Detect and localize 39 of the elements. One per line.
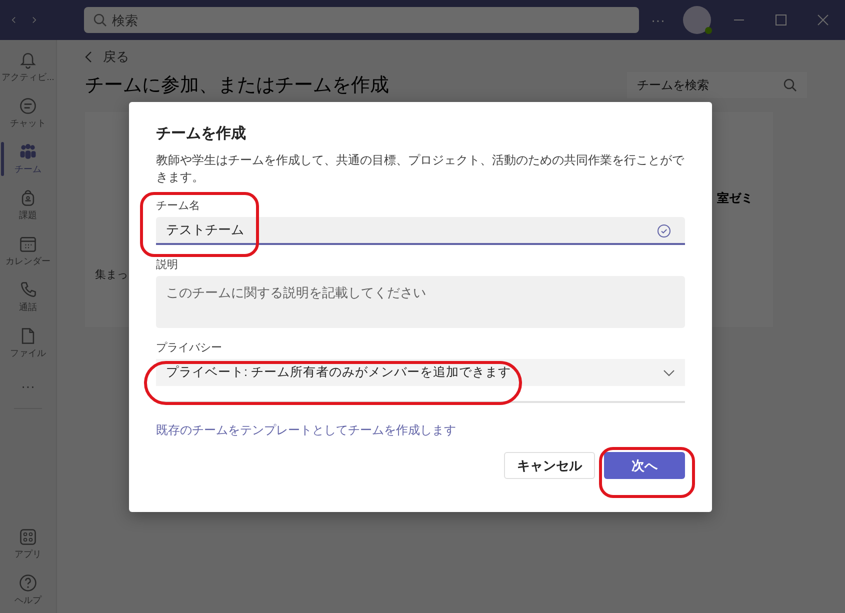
description-field[interactable]: このチームに関する説明を記載してください	[156, 276, 685, 328]
privacy-dropdown[interactable]: プライベート: チーム所有者のみがメンバーを追加できます	[156, 359, 685, 386]
next-button[interactable]: 次へ	[604, 452, 685, 479]
apps-icon	[18, 527, 38, 547]
team-name-field[interactable]: テストチーム	[156, 217, 685, 245]
rail-item[interactable]: アプリ	[0, 521, 56, 567]
field-label: チーム名	[156, 199, 200, 213]
rail-item[interactable]: チーム	[0, 136, 56, 182]
team-card-text: 室ゼミ	[717, 190, 753, 207]
search-icon	[93, 13, 107, 27]
rail-item[interactable]: 課題	[0, 182, 56, 228]
phone-icon	[18, 280, 38, 300]
calendar-icon	[18, 234, 38, 254]
bell-icon	[18, 50, 38, 70]
search-field[interactable]: 検索	[84, 7, 639, 33]
field-label: 説明	[156, 258, 178, 272]
more-button[interactable]: ···	[647, 12, 669, 28]
team-card-text: 集まっ	[95, 268, 128, 282]
dialog-title: チームを作成	[156, 124, 247, 143]
help-icon	[18, 573, 38, 593]
people-icon	[18, 142, 38, 162]
rail-item[interactable]: 通話	[0, 274, 56, 320]
chevron-left-icon	[85, 51, 93, 63]
more-apps-button[interactable]: ···	[0, 366, 56, 406]
search-icon	[783, 78, 797, 92]
rail-item[interactable]: ヘルプ	[0, 567, 56, 613]
field-label: プライバシー	[156, 340, 222, 355]
rail-item[interactable]: ファイル	[0, 320, 56, 366]
team-search-field[interactable]: チームを検索	[627, 72, 807, 98]
dialog-description: 教師や学生はチームを作成して、共通の目標、プロジェクト、活動のための共同作業を行ことができます。	[156, 152, 685, 186]
chat-icon	[18, 96, 38, 116]
avatar[interactable]	[683, 6, 711, 34]
chevron-down-icon	[663, 368, 675, 376]
back-link[interactable]: 戻る	[85, 48, 129, 66]
rail-item[interactable]: カレンダー	[0, 228, 56, 274]
template-link[interactable]: 既存のチームをテンプレートとしてチームを作成します	[156, 422, 456, 439]
cancel-button[interactable]: キャンセル	[504, 452, 595, 479]
rail-item[interactable]: チャット	[0, 90, 56, 136]
page-heading: チームに参加、またはチームを作成	[85, 74, 389, 98]
